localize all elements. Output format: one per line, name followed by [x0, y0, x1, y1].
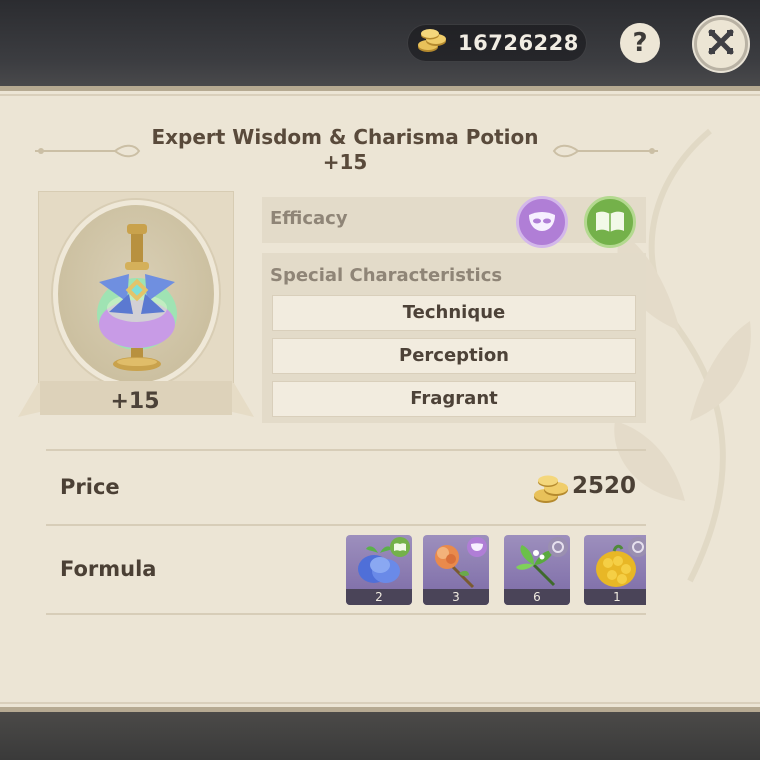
panel-border-top — [0, 94, 760, 96]
potion-icon — [89, 222, 185, 386]
formula-label: Formula — [60, 557, 157, 581]
ingredient-slot[interactable]: 1 — [584, 535, 646, 605]
efficacy-label: Efficacy — [270, 208, 348, 229]
item-portrait — [38, 191, 234, 391]
close-button[interactable] — [694, 17, 748, 71]
trait-item: Fragrant — [272, 381, 636, 417]
price-value: 2520 — [572, 473, 637, 499]
price-label: Price — [60, 475, 120, 499]
close-icon — [706, 27, 736, 61]
ingredient-count: 2 — [346, 589, 412, 605]
ring-icon — [628, 537, 646, 557]
divider — [46, 449, 646, 451]
title-ornament-left — [35, 141, 145, 165]
bottom-bar — [0, 712, 760, 760]
ring-icon — [548, 537, 568, 557]
efficacy-row: Efficacy — [262, 196, 646, 248]
divider — [46, 613, 646, 615]
item-level: +15 — [110, 389, 160, 414]
trait-item: Technique — [272, 295, 636, 331]
ingredient-slot[interactable]: 3 — [423, 535, 489, 605]
help-button[interactable]: ? — [620, 23, 660, 63]
top-bar: 16726228 ? — [0, 0, 760, 88]
special-characteristics: Special Characteristics Technique Percep… — [262, 253, 646, 423]
potion-detail-panel: Expert Wisdom & Charisma Potion +15 +15 … — [0, 86, 760, 712]
currency-display: 16726228 — [407, 24, 587, 62]
mora-coins-icon — [532, 473, 572, 509]
mora-coins-icon — [416, 28, 450, 58]
currency-amount: 16726228 — [458, 31, 579, 55]
trait-item: Perception — [272, 338, 636, 374]
title-ornament-right — [548, 141, 658, 165]
item-name: Expert Wisdom & Charisma Potion — [151, 125, 539, 149]
ingredient-count: 3 — [423, 589, 489, 605]
ingredient-count: 1 — [584, 589, 646, 605]
mask-icon[interactable] — [516, 196, 568, 248]
ingredient-slot[interactable]: 6 — [504, 535, 570, 605]
mask-icon — [467, 537, 487, 557]
book-icon[interactable] — [584, 196, 636, 248]
formula-ingredients: 2 3 6 1 — [346, 535, 646, 607]
panel-border-bottom — [0, 702, 760, 704]
item-title: Expert Wisdom & Charisma Potion +15 — [130, 125, 560, 175]
special-label: Special Characteristics — [270, 265, 503, 286]
ingredient-slot[interactable]: 2 — [346, 535, 412, 605]
item-title-level: +15 — [322, 150, 368, 174]
ingredient-count: 6 — [504, 589, 570, 605]
divider — [46, 524, 646, 526]
book-icon — [390, 537, 410, 557]
